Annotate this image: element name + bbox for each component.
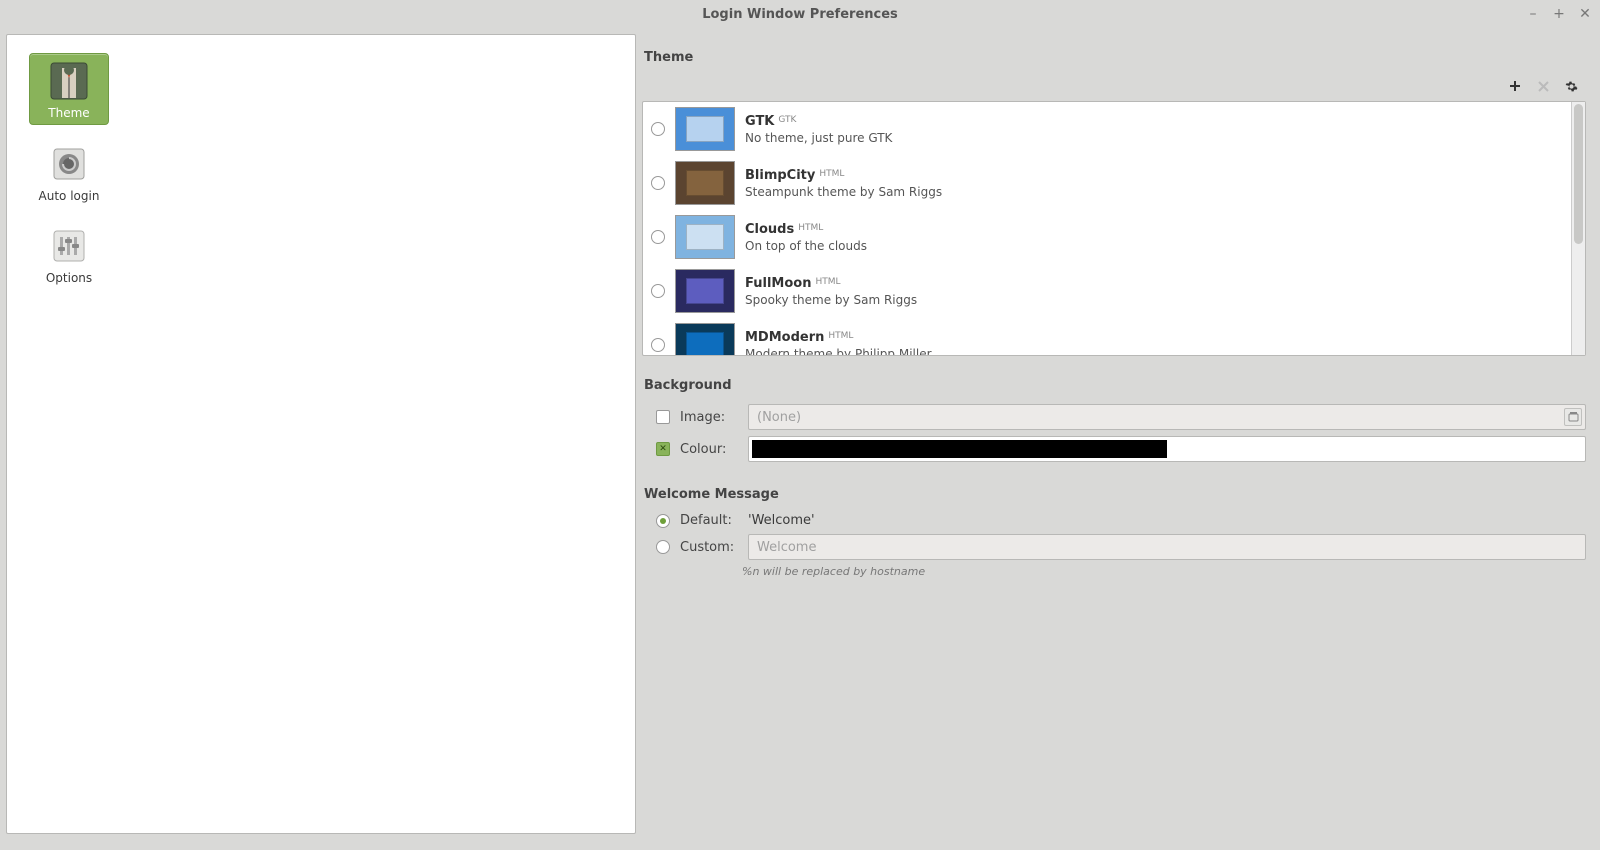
theme-radio[interactable] (651, 284, 665, 298)
background-colour-input[interactable] (748, 436, 1586, 462)
sidebar-label-options: Options (46, 271, 92, 285)
theme-radio[interactable] (651, 176, 665, 190)
sidebar-label-autologin: Auto login (39, 189, 100, 203)
theme-badge: HTML (828, 331, 853, 341)
window-controls: – + ✕ (1524, 0, 1594, 28)
sidebar-item-autologin[interactable]: Auto login (29, 137, 109, 207)
welcome-hint: %n will be replaced by hostname (742, 565, 1586, 578)
remove-theme-button (1534, 77, 1552, 95)
theme-desc: No theme, just pure GTK (745, 131, 892, 145)
add-theme-button[interactable] (1506, 77, 1524, 95)
sidebar: Theme Auto login (6, 34, 636, 834)
theme-radio[interactable] (651, 122, 665, 136)
background-colour-checkbox[interactable] (656, 442, 670, 456)
theme-toolbar (642, 73, 1586, 101)
theme-row-mdmodern[interactable]: MDModern HTML Modern theme by Philipp Mill… (643, 318, 1571, 355)
theme-row-fullmoon[interactable]: FullMoon HTML Spooky theme by Sam Riggs (643, 264, 1571, 318)
close-button[interactable]: ✕ (1576, 5, 1594, 23)
welcome-default-label: Default: (680, 513, 738, 528)
theme-badge: HTML (798, 223, 823, 233)
theme-radio[interactable] (651, 338, 665, 352)
sidebar-item-theme[interactable]: Theme (29, 53, 109, 125)
sidebar-label-theme: Theme (48, 106, 89, 120)
theme-desc: On top of the clouds (745, 239, 867, 253)
theme-name: MDModern (745, 330, 824, 345)
theme-name: GTK (745, 114, 774, 129)
content: Theme Auto login (0, 28, 1600, 840)
settings-theme-button[interactable] (1562, 77, 1580, 95)
maximize-button[interactable]: + (1550, 5, 1568, 23)
scrollbar[interactable] (1571, 102, 1585, 355)
theme-thumbnail (675, 215, 735, 259)
welcome-custom-label: Custom: (680, 540, 738, 555)
theme-desc: Steampunk theme by Sam Riggs (745, 185, 942, 199)
theme-desc: Modern theme by Philipp Miller (745, 347, 932, 356)
autologin-icon (48, 143, 90, 185)
sidebar-item-options[interactable]: Options (29, 219, 109, 289)
main-panel: Theme GTK GTK No theme, just pure GTK Blimp… (642, 34, 1594, 834)
section-welcome-header: Welcome Message (644, 487, 1586, 502)
theme-thumbnail (675, 269, 735, 313)
theme-name: Clouds (745, 222, 794, 237)
section-background-header: Background (644, 378, 1586, 393)
theme-badge: HTML (819, 169, 844, 179)
background-image-checkbox[interactable] (656, 410, 670, 424)
theme-thumbnail (675, 323, 735, 355)
theme-thumbnail (675, 107, 735, 151)
titlebar: Login Window Preferences – + ✕ (0, 0, 1600, 28)
welcome-custom-input[interactable]: Welcome (748, 534, 1586, 560)
theme-badge: GTK (778, 115, 796, 125)
minimize-button[interactable]: – (1524, 5, 1542, 23)
theme-row-blimpcity[interactable]: BlimpCity HTML Steampunk theme by Sam Rigg… (643, 156, 1571, 210)
theme-row-gtk[interactable]: GTK GTK No theme, just pure GTK (643, 102, 1571, 156)
window-title: Login Window Preferences (702, 7, 898, 22)
background-image-label: Image: (680, 410, 738, 425)
theme-desc: Spooky theme by Sam Riggs (745, 293, 917, 307)
options-icon (48, 225, 90, 267)
background-colour-label: Colour: (680, 442, 738, 457)
background-image-input: (None) (748, 404, 1586, 430)
theme-badge: HTML (815, 277, 840, 287)
theme-radio[interactable] (651, 230, 665, 244)
background-image-browse-button[interactable] (1564, 408, 1582, 426)
welcome-custom-radio[interactable] (656, 540, 670, 554)
scroll-thumb[interactable] (1574, 104, 1583, 244)
theme-name: FullMoon (745, 276, 811, 291)
welcome-default-value: 'Welcome' (748, 513, 815, 528)
theme-row-clouds[interactable]: Clouds HTML On top of the clouds (643, 210, 1571, 264)
colour-swatch (752, 440, 1167, 458)
theme-list: GTK GTK No theme, just pure GTK BlimpCity HT… (642, 101, 1586, 356)
theme-icon (48, 60, 90, 102)
theme-name: BlimpCity (745, 168, 815, 183)
theme-thumbnail (675, 161, 735, 205)
welcome-default-radio[interactable] (656, 514, 670, 528)
section-theme-header: Theme (644, 50, 1586, 65)
